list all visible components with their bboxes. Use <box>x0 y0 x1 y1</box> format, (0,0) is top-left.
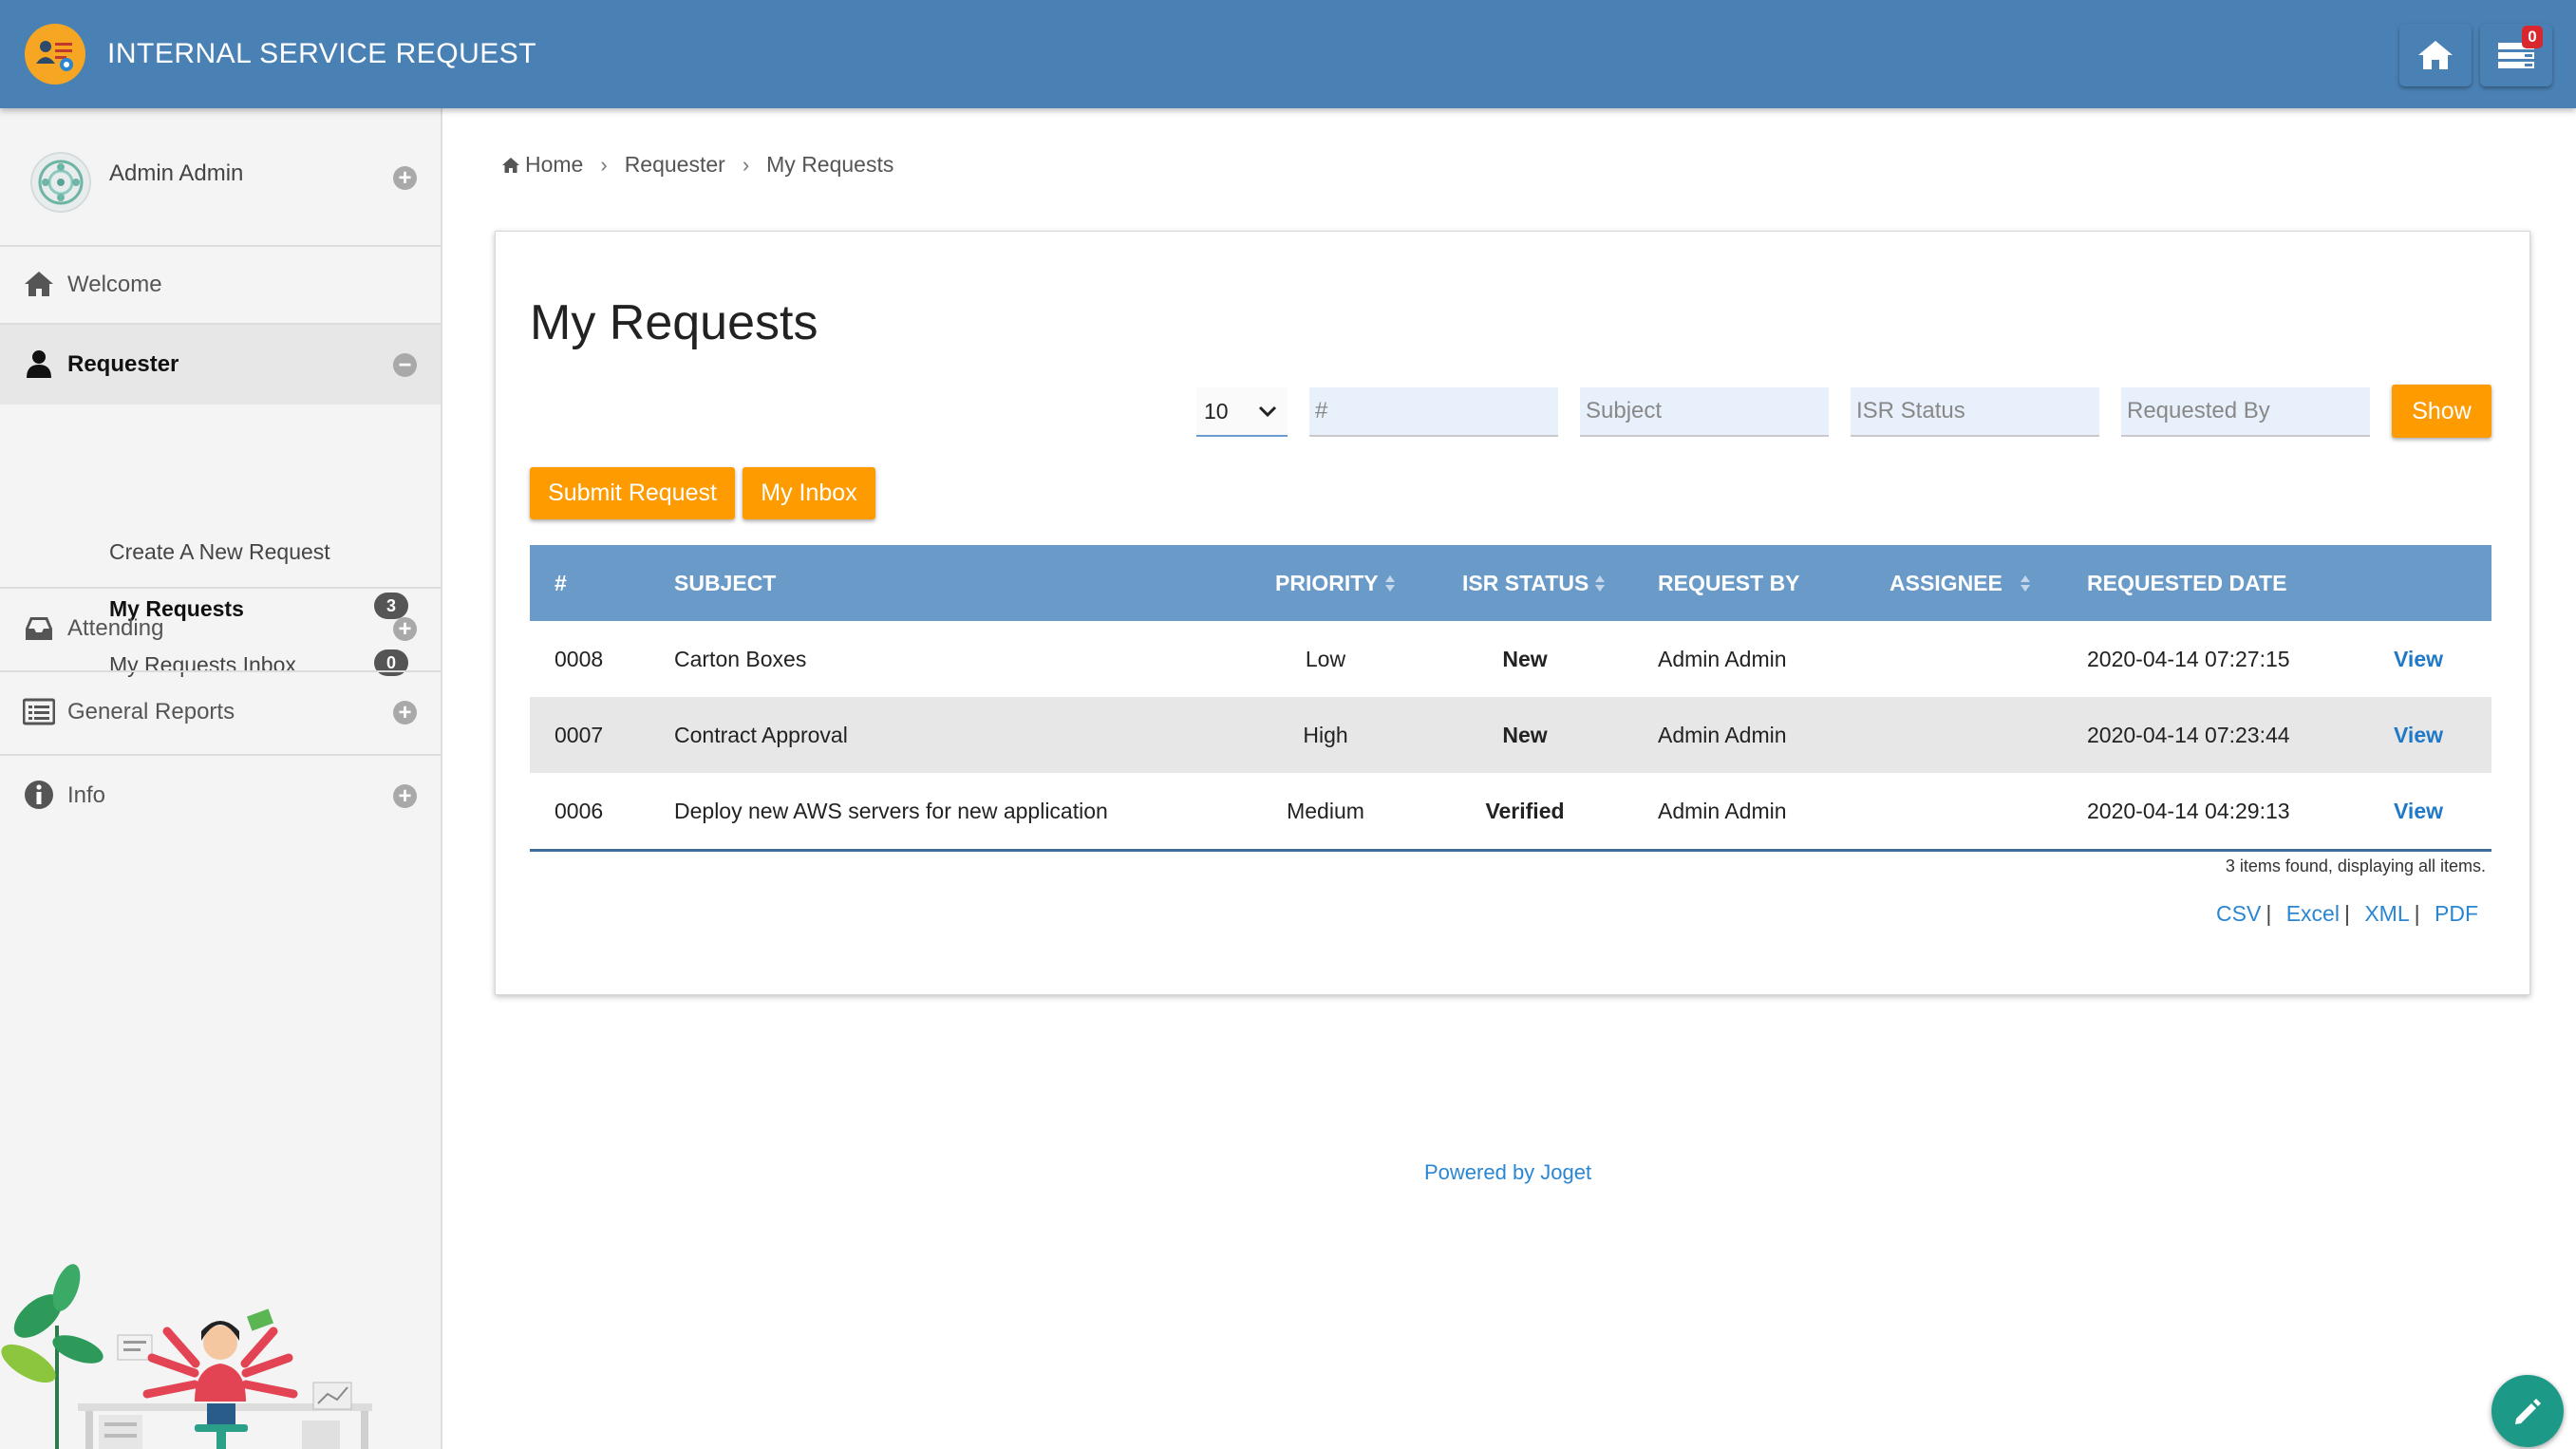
cell-requested-date: 2020-04-14 04:29:13 <box>2087 799 2290 823</box>
my-inbox-button[interactable]: My Inbox <box>743 467 875 519</box>
cell-isr-status: New <box>1502 723 1548 747</box>
sidebar-item-info[interactable]: Info + <box>0 756 441 839</box>
export-links: CSV | Excel | XML | PDF <box>2216 901 2478 926</box>
sort-icon <box>1594 574 1606 593</box>
table-row: 0008 Carton Boxes Low New Admin Admin 20… <box>530 621 2491 697</box>
export-excel-link[interactable]: Excel <box>2286 901 2340 926</box>
cell-requested-date: 2020-04-14 07:27:15 <box>2087 647 2290 671</box>
breadcrumb-home[interactable]: Home <box>525 152 583 178</box>
edit-fab-button[interactable] <box>2491 1375 2564 1447</box>
table-row: 0007 Contract Approval High New Admin Ad… <box>530 697 2491 773</box>
column-header-request-by[interactable]: REQUEST BY <box>1658 571 1800 596</box>
number-filter-input[interactable] <box>1309 387 1558 437</box>
table-row: 0006 Deploy new AWS servers for new appl… <box>530 773 2491 849</box>
top-bar: INTERNAL SERVICE REQUEST 0 <box>0 0 2576 108</box>
cell-request-by: Admin Admin <box>1658 723 1787 747</box>
home-icon <box>2418 41 2453 69</box>
page-size-value: 10 <box>1204 399 1229 423</box>
isr-status-filter-input[interactable] <box>1851 387 2099 437</box>
view-link[interactable]: View <box>2394 799 2443 824</box>
sidebar-item-welcome[interactable]: Welcome <box>0 245 441 325</box>
minus-icon[interactable]: − <box>393 353 417 377</box>
plus-icon[interactable]: + <box>393 617 417 641</box>
requester-submenu: Create A New Request My Requests 3 My Re… <box>0 405 441 677</box>
sort-icon <box>1384 574 1396 593</box>
cell-priority: Low <box>1305 647 1346 671</box>
cell-priority: High <box>1303 723 1348 747</box>
export-csv-link[interactable]: CSV <box>2216 901 2261 926</box>
requested-by-filter-input[interactable] <box>2121 387 2370 437</box>
cell-isr-status: New <box>1502 647 1548 671</box>
items-found-summary: 3 items found, displaying all items. <box>2225 856 2486 875</box>
sidebar-item-label: Attending <box>67 615 164 641</box>
avatar[interactable] <box>30 152 91 213</box>
cell-number: 0007 <box>555 723 604 747</box>
list-icon <box>23 698 55 725</box>
submenu-item-create-request[interactable]: Create A New Request <box>109 539 330 565</box>
sidebar-item-label: General Reports <box>67 699 235 724</box>
chevron-right-icon: › <box>742 152 750 177</box>
export-xml-link[interactable]: XML <box>2364 901 2409 926</box>
sidebar-item-requester[interactable]: Requester − <box>0 325 441 405</box>
user-icon <box>27 350 51 378</box>
breadcrumb: Home › Requester › My Requests <box>501 152 893 178</box>
cell-request-by: Admin Admin <box>1658 799 1787 823</box>
inbox-button[interactable]: 0 <box>2480 24 2552 86</box>
sidebar-item-general-reports[interactable]: General Reports + <box>0 672 441 756</box>
cell-subject: Carton Boxes <box>674 647 807 671</box>
app-title: INTERNAL SERVICE REQUEST <box>107 38 537 69</box>
home-icon <box>502 157 519 173</box>
cell-number: 0008 <box>555 647 604 671</box>
cell-subject: Contract Approval <box>674 723 848 747</box>
plus-icon[interactable]: + <box>393 166 417 190</box>
sidebar-item-label: Welcome <box>67 272 162 297</box>
home-button[interactable] <box>2399 24 2472 86</box>
chevron-down-icon <box>1258 405 1277 418</box>
info-icon <box>25 781 53 809</box>
cell-requested-date: 2020-04-14 07:23:44 <box>2087 723 2290 747</box>
cell-subject: Deploy new AWS servers for new applicati… <box>674 799 1108 823</box>
profile-section: Admin Admin + <box>0 108 441 247</box>
page-size-select[interactable]: 10 <box>1196 387 1288 437</box>
column-header-isr-status[interactable]: ISR STATUS <box>1462 571 1606 596</box>
inbox-count-badge: 0 <box>2522 26 2543 48</box>
subject-filter-input[interactable] <box>1580 387 1829 437</box>
sidebar-item-label: Requester <box>67 351 179 377</box>
page-title: My Requests <box>530 295 818 350</box>
column-header-number[interactable]: # <box>555 571 567 596</box>
view-link[interactable]: View <box>2394 723 2443 748</box>
pencil-icon <box>2515 1399 2541 1424</box>
tray-icon <box>26 617 52 640</box>
column-header-requested-date[interactable]: REQUESTED DATE <box>2087 571 2286 596</box>
table-header: # SUBJECT PRIORITY ISR STATUS REQUEST BY… <box>530 545 2491 621</box>
home-icon <box>25 272 53 296</box>
cell-isr-status: Verified <box>1485 799 1565 823</box>
requests-table: # SUBJECT PRIORITY ISR STATUS REQUEST BY… <box>530 545 2491 852</box>
submit-request-button[interactable]: Submit Request <box>530 467 735 519</box>
sort-icon <box>2020 574 2031 593</box>
table-bottom-border <box>530 849 2491 852</box>
sidebar-item-attending[interactable]: Attending + <box>0 589 441 672</box>
cell-priority: Medium <box>1287 799 1364 823</box>
cell-number: 0006 <box>555 799 604 823</box>
sidebar-item-label: Info <box>67 782 106 808</box>
app-logo-icon[interactable] <box>25 24 85 85</box>
view-link[interactable]: View <box>2394 647 2443 672</box>
column-header-subject[interactable]: SUBJECT <box>674 571 776 596</box>
show-button[interactable]: Show <box>2392 385 2491 438</box>
multitasking-woman-illustration <box>1 1264 372 1449</box>
plus-icon[interactable]: + <box>393 701 417 724</box>
breadcrumb-current: My Requests <box>766 152 894 177</box>
sidebar: Admin Admin + Welcome Requester − Create… <box>0 108 442 1449</box>
column-header-assignee[interactable]: ASSIGNEE <box>1890 571 2031 596</box>
breadcrumb-requester[interactable]: Requester <box>625 152 725 178</box>
chevron-right-icon: › <box>600 152 608 177</box>
cell-request-by: Admin Admin <box>1658 647 1787 671</box>
column-header-priority[interactable]: PRIORITY <box>1275 571 1396 596</box>
plus-icon[interactable]: + <box>393 784 417 808</box>
powered-by-link[interactable]: Powered by Joget <box>1424 1160 1591 1185</box>
export-pdf-link[interactable]: PDF <box>2435 901 2478 926</box>
profile-name[interactable]: Admin Admin <box>109 160 243 187</box>
